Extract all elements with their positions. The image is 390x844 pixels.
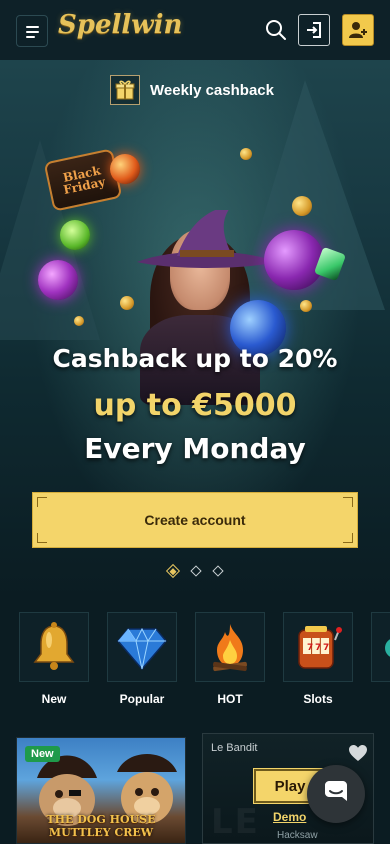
hero-banner[interactable]: Weekly cashback Black Friday Cashback up… — [0, 60, 390, 600]
bell-icon — [33, 622, 75, 670]
promo-label: Weekly cashback — [150, 81, 274, 99]
search-button[interactable] — [264, 18, 288, 42]
hero-subtitle-schedule: Every Monday — [84, 432, 306, 465]
gold-coin — [300, 300, 312, 312]
gift-icon — [110, 75, 140, 105]
svg-text:7: 7 — [307, 643, 313, 653]
demo-link[interactable]: Demo — [273, 810, 306, 824]
gold-coin — [120, 296, 134, 310]
category-popular[interactable]: Popular — [107, 612, 177, 706]
game-provider: Hacksaw — [277, 830, 318, 841]
create-account-label: Create account — [144, 512, 246, 528]
witch-hat-icon — [137, 210, 277, 268]
register-button[interactable] — [342, 14, 374, 46]
game-card-dog-house[interactable]: New THE DOG HOUSE MUTTLEY CREW — [16, 737, 186, 844]
heart-icon[interactable] — [348, 744, 368, 762]
svg-text:7: 7 — [323, 643, 329, 653]
add-user-icon — [349, 22, 367, 38]
category-jackpot[interactable]: J — [371, 612, 390, 706]
menu-button[interactable] — [16, 15, 48, 47]
diamond-icon — [117, 627, 167, 671]
logo[interactable]: Spellwin — [58, 10, 182, 40]
slot-machine-icon: 7 7 7 — [298, 626, 342, 669]
category-new[interactable]: New — [19, 612, 89, 706]
category-slots[interactable]: 7 7 7 Slots — [283, 612, 353, 706]
login-button[interactable] — [298, 14, 330, 46]
top-header: Spellwin — [0, 0, 390, 60]
login-icon — [307, 22, 321, 38]
carousel-dot[interactable] — [190, 565, 202, 577]
fire-icon — [213, 624, 247, 672]
new-badge: New — [25, 746, 60, 762]
hero-subtitle-amount: up to €5000 — [93, 388, 297, 423]
carousel-dot-active[interactable] — [165, 563, 181, 579]
category-strip: New Popular HOT 7 7 7 Slots — [0, 612, 390, 712]
game-name: Le Bandit — [211, 742, 258, 754]
purple-orb — [38, 260, 78, 300]
category-hot[interactable]: HOT — [195, 612, 265, 706]
gold-coin — [74, 316, 84, 326]
svg-text:7: 7 — [315, 643, 321, 653]
search-icon — [266, 20, 286, 40]
hero-title: Cashback up to 20% — [52, 344, 338, 373]
fire-orb — [110, 154, 140, 184]
carousel-pagination — [0, 563, 390, 579]
promo-header: Weekly cashback — [110, 74, 274, 106]
green-potion — [60, 220, 90, 250]
create-account-button[interactable]: Create account — [32, 492, 358, 548]
game-title: THE DOG HOUSE MUTTLEY CREW — [46, 813, 156, 839]
jackpot-icon — [385, 639, 390, 657]
gold-coin — [240, 148, 252, 160]
carousel-dot[interactable] — [212, 565, 224, 577]
purple-orb — [264, 230, 324, 290]
chat-bubble-icon — [325, 781, 347, 801]
chat-button[interactable] — [307, 765, 365, 823]
gold-coin — [292, 196, 312, 216]
